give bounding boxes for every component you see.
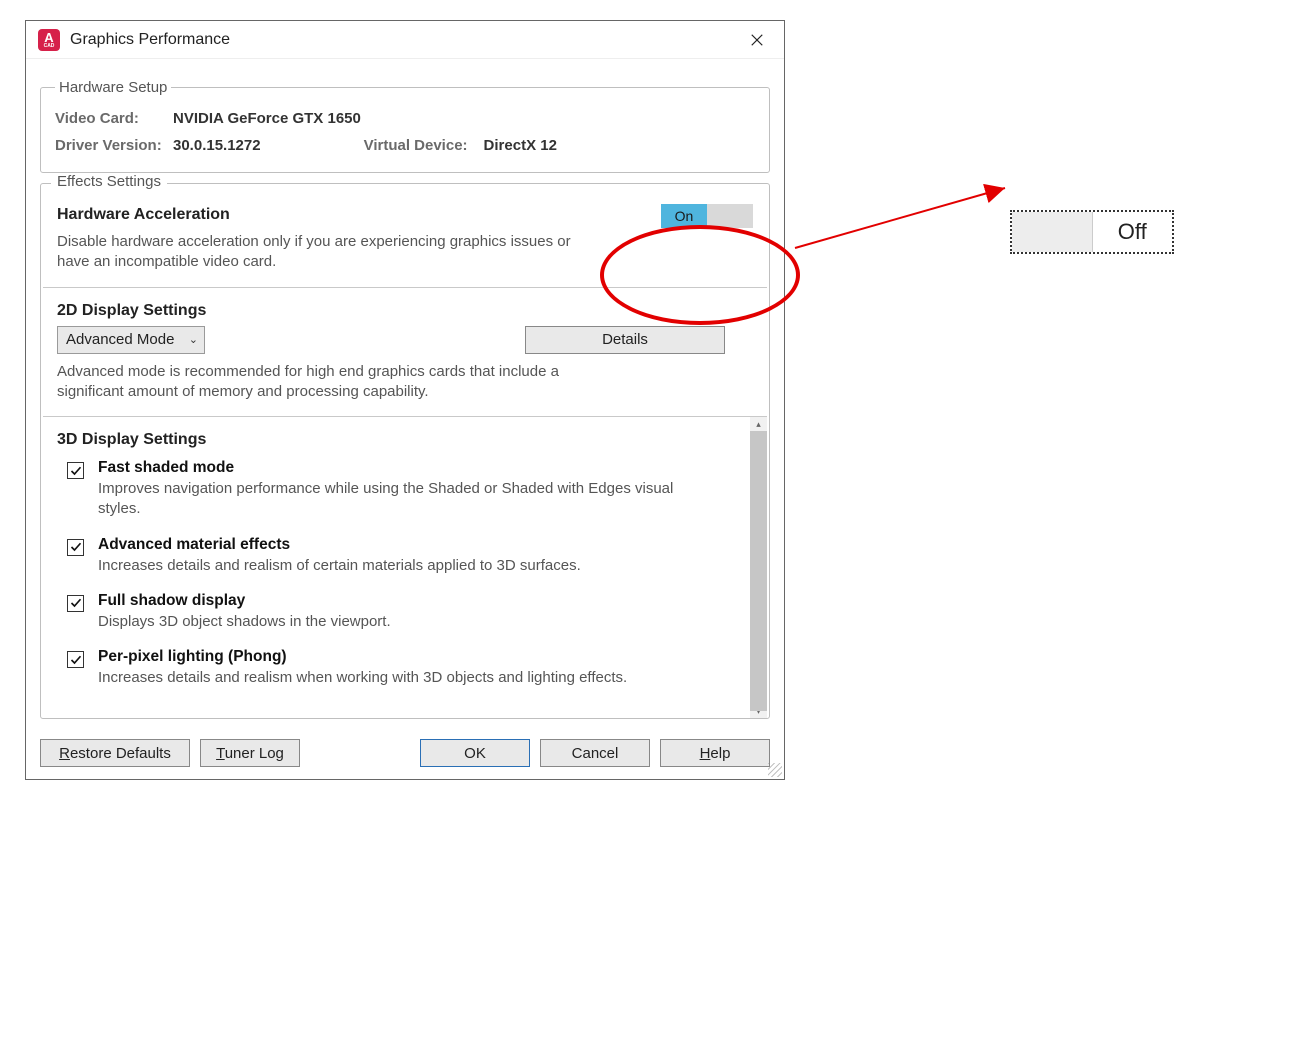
checkbox[interactable] [67,595,84,612]
hardware-acceleration-toggle[interactable]: On [661,204,753,228]
video-card-label: Video Card: [55,110,165,127]
check-text: Fast shaded mode Improves navigation per… [98,459,698,520]
ok-button[interactable]: OK [420,739,530,767]
option-desc: Increases details and realism of certain… [98,556,581,576]
option-title: Per-pixel lighting (Phong) [98,648,627,666]
hardware-setup-group: Hardware Setup Video Card: NVIDIA GeForc… [40,79,770,173]
option-desc: Improves navigation performance while us… [98,479,698,520]
option-desc: Increases details and realism when worki… [98,668,627,688]
3d-option-row: Full shadow display Displays 3D object s… [67,592,749,632]
help-button[interactable]: Help [660,739,770,767]
option-title: Fast shaded mode [98,459,698,477]
check-icon [70,541,82,553]
hardware-acceleration-desc: Disable hardware acceleration only if yo… [57,232,577,273]
dialog-button-bar: Restore Defaults Tuner Log OK Cancel Hel… [26,729,784,779]
option-desc: Displays 3D object shadows in the viewpo… [98,612,391,632]
resize-grip[interactable] [768,763,782,777]
effects-settings-group: Effects Settings Hardware Acceleration O… [40,183,770,719]
autocad-app-icon: ACAD [38,29,60,51]
close-button[interactable] [742,25,772,55]
3d-option-row: Fast shaded mode Improves navigation per… [67,459,749,520]
driver-version-value: 30.0.15.1272 [173,137,261,154]
scroll-thumb[interactable] [750,431,767,711]
off-toggle-empty [1012,212,1093,252]
2d-mode-dropdown[interactable]: Advanced Mode ⌄ [57,326,205,354]
dialog-title: Graphics Performance [70,31,742,49]
checkbox[interactable] [67,462,84,479]
hardware-setup-legend: Hardware Setup [55,79,171,96]
option-title: Advanced material effects [98,536,581,554]
chevron-down-icon: ⌄ [189,333,198,346]
check-icon [70,465,82,477]
virtual-device-label: Virtual Device: [364,137,468,154]
graphics-performance-dialog: ACAD Graphics Performance Hardware Setup… [25,20,785,780]
details-button[interactable]: Details [525,326,725,354]
check-text: Advanced material effects Increases deta… [98,536,581,576]
virtual-device-value: DirectX 12 [484,137,557,154]
3d-option-row: Per-pixel lighting (Phong) Increases det… [67,648,749,688]
check-icon [70,597,82,609]
scroll-up-icon: ▴ [750,417,767,431]
off-toggle-label: Off [1093,212,1173,252]
scrollbar[interactable]: ▴ ▾ [750,417,767,718]
3d-display-section: 3D Display Settings Fast shaded mode Imp… [43,417,767,718]
check-icon [70,654,82,666]
3d-option-row: Advanced material effects Increases deta… [67,536,749,576]
check-text: Full shadow display Displays 3D object s… [98,592,391,632]
tuner-log-button[interactable]: Tuner Log [200,739,300,767]
2d-display-section: 2D Display Settings Advanced Mode ⌄ Deta… [43,288,767,418]
3d-display-title: 3D Display Settings [57,431,749,449]
titlebar: ACAD Graphics Performance [26,21,784,59]
option-title: Full shadow display [98,592,391,610]
close-icon [750,33,764,47]
video-card-value: NVIDIA GeForce GTX 1650 [173,110,361,127]
hardware-acceleration-title: Hardware Acceleration [57,206,230,224]
annotation-off-toggle: Off [1010,210,1174,254]
2d-mode-value: Advanced Mode [66,331,174,348]
annotation-arrow [790,178,1020,258]
driver-version-label: Driver Version: [55,137,165,154]
cancel-button[interactable]: Cancel [540,739,650,767]
restore-defaults-button[interactable]: Restore Defaults [40,739,190,767]
2d-display-desc: Advanced mode is recommended for high en… [57,362,577,403]
checkbox[interactable] [67,539,84,556]
checkbox[interactable] [67,651,84,668]
toggle-on-label: On [661,204,707,228]
check-text: Per-pixel lighting (Phong) Increases det… [98,648,627,688]
hardware-acceleration-section: Hardware Acceleration On Disable hardwar… [43,184,767,288]
2d-display-title: 2D Display Settings [57,302,753,320]
effects-settings-legend: Effects Settings [51,173,167,190]
